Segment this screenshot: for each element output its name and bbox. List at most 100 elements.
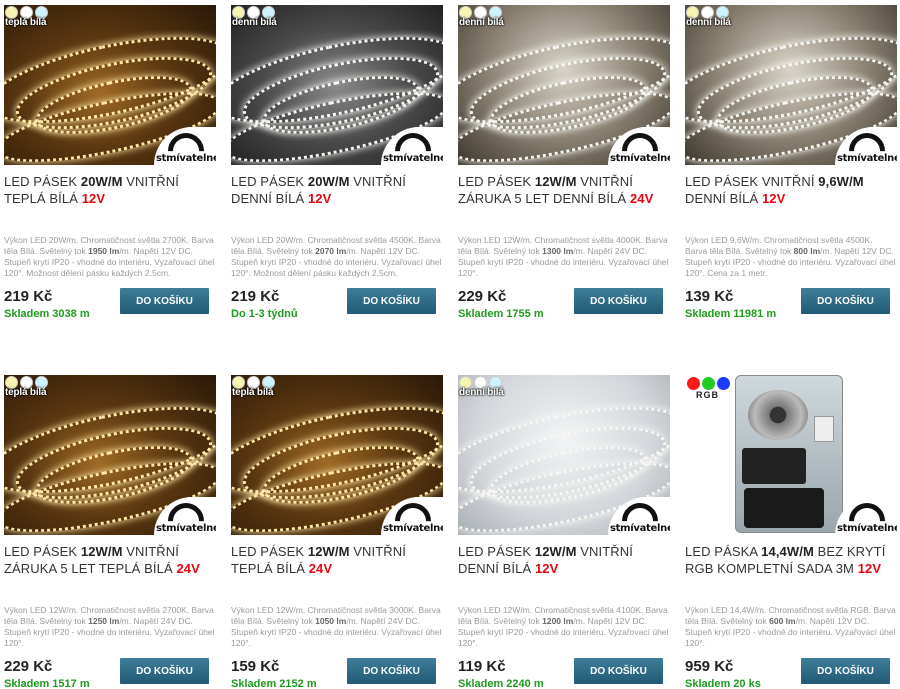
dimmable-label: stmívatelné (837, 523, 897, 534)
badge-label: teplá bílá (5, 17, 47, 28)
product-price: 219 Kč (4, 288, 53, 305)
product-image[interactable]: denní bílá stmívatelné (458, 5, 670, 165)
color-temperature-badge: RGB (685, 377, 730, 400)
name-suffix: DENNÍ BÍLÁ (685, 191, 762, 206)
add-to-cart-button[interactable]: DO KOŠÍKU (574, 658, 663, 684)
stock-status: Skladem 1755 m (458, 308, 544, 320)
add-to-cart-button[interactable]: DO KOŠÍKU (801, 658, 890, 684)
product-description: Výkon LED 20W/m. Chromatičnost světla 45… (231, 235, 443, 279)
color-temperature-badge: teplá bílá (4, 5, 48, 28)
stock-status: Skladem 3038 m (4, 308, 90, 320)
badge-label: denní bílá (232, 17, 277, 28)
dimmable-badge: stmívatelné (835, 495, 897, 535)
controller-icon (814, 416, 834, 442)
product-image[interactable]: denní bílá stmívatelné (458, 375, 670, 535)
add-to-cart-button[interactable]: DO KOŠÍKU (347, 658, 436, 684)
name-prefix: LED PÁSKA (685, 544, 762, 559)
name-power: 20W/M (80, 174, 123, 189)
rgb-kit-package (735, 375, 843, 533)
desc-lumens: 600 lm (769, 616, 796, 626)
product-price: 139 Kč (685, 288, 734, 305)
product-name[interactable]: LED PÁSEK 12W/M VNITŘNÍ DENNÍ BÍLÁ 12V (458, 543, 670, 577)
color-dots-icon (685, 377, 730, 390)
product-description: Výkon LED 14,4W/m. Chromatičnost světla … (685, 605, 897, 649)
product-image[interactable]: teplá bílá stmívatelné (231, 375, 443, 535)
add-to-cart-button[interactable]: DO KOŠÍKU (347, 288, 436, 314)
badge-label: teplá bílá (232, 387, 274, 398)
stock-status: Skladem 11981 m (685, 308, 777, 320)
led-reel-icon (748, 390, 808, 440)
add-to-cart-button[interactable]: DO KOŠÍKU (574, 288, 663, 314)
color-temperature-badge: denní bílá (685, 5, 731, 28)
color-temperature-badge: denní bílá (458, 375, 504, 398)
name-power: 20W/M (307, 174, 350, 189)
name-power: 12W/M (534, 544, 577, 559)
desc-lumens: 1250 lm (88, 616, 120, 626)
add-to-cart-button[interactable]: DO KOŠÍKU (120, 658, 209, 684)
stock-status: Do 1-3 týdnů (231, 308, 298, 320)
product-price: 119 Kč (458, 658, 506, 675)
badge-label: denní bílá (686, 17, 731, 28)
product-description: Výkon LED 12W/m. Chromatičnost světla 30… (231, 605, 443, 649)
name-prefix: LED PÁSEK (4, 174, 81, 189)
name-voltage: 24V (629, 191, 654, 206)
product-image[interactable]: teplá bílá stmívatelné (4, 375, 216, 535)
desc-lumens: 1200 lm (542, 616, 574, 626)
name-prefix: LED PÁSEK (231, 174, 308, 189)
product-image[interactable]: denní bílá stmívatelné (231, 5, 443, 165)
product-name[interactable]: LED PÁSKA 14,4W/M BEZ KRYTÍ RGB KOMPLETN… (685, 543, 897, 577)
badge-label: denní bílá (459, 17, 504, 28)
name-voltage: 24V (308, 561, 333, 576)
name-prefix: LED PÁSEK VNITŘNÍ (685, 174, 819, 189)
add-to-cart-button[interactable]: DO KOŠÍKU (120, 288, 209, 314)
name-prefix: LED PÁSEK (4, 544, 81, 559)
desc-lumens: 1050 lm (315, 616, 347, 626)
name-voltage: 12V (761, 191, 786, 206)
product-description: Výkon LED 12W/m. Chromatičnost světla 40… (458, 235, 670, 279)
product-price: 959 Kč (685, 658, 734, 675)
product-price: 159 Kč (231, 658, 280, 675)
color-temperature-badge: denní bílá (231, 5, 277, 28)
product-description: Výkon LED 20W/m. Chromatičnost světla 27… (4, 235, 216, 279)
dimmable-label: stmívatelné (383, 153, 443, 164)
desc-lumens: 800 lm (793, 246, 821, 256)
name-prefix: LED PÁSEK (231, 544, 308, 559)
product-name[interactable]: LED PÁSEK 20W/M VNITŘNÍ TEPLÁ BÍLÁ 12V (4, 173, 216, 207)
name-power: 14,4W/M (761, 544, 814, 559)
product-name[interactable]: LED PÁSEK VNITŘNÍ 9,6W/M DENNÍ BÍLÁ 12V (685, 173, 897, 207)
color-dot-icon (687, 377, 700, 390)
dimmable-label: stmívatelné (383, 523, 443, 534)
desc-lumens: 1950 lm (88, 246, 120, 256)
name-power: 9,6W/M (818, 174, 864, 189)
product-price: 219 Kč (231, 288, 280, 305)
product-name[interactable]: LED PÁSEK 12W/M VNITŘNÍ TEPLÁ BÍLÁ 24V (231, 543, 443, 577)
product-description: Výkon LED 12W/m. Chromatičnost světla 27… (4, 605, 216, 649)
dimmable-label: stmívatelné (610, 153, 670, 164)
stock-status: Skladem 2152 m (231, 678, 317, 689)
product-image[interactable]: denní bílá stmívatelné (685, 5, 897, 165)
badge-label: teplá bílá (5, 387, 47, 398)
remote-control-icon (742, 448, 806, 484)
product-name[interactable]: LED PÁSEK 12W/M VNITŘNÍ ZÁRUKA 5 LET DEN… (458, 173, 670, 207)
product-name[interactable]: LED PÁSEK 12W/M VNITŘNÍ ZÁRUKA 5 LET TEP… (4, 543, 216, 577)
name-power: 12W/M (307, 544, 350, 559)
power-adapter-icon (744, 488, 824, 528)
product-name[interactable]: LED PÁSEK 20W/M VNITŘNÍ DENNÍ BÍLÁ 12V (231, 173, 443, 207)
product-image[interactable]: RGB stmívatelné (685, 375, 897, 535)
color-dot-icon (717, 377, 730, 390)
product-image[interactable]: teplá bílá stmívatelné (4, 5, 216, 165)
name-voltage: 24V (176, 561, 200, 576)
dimmable-label: stmívatelné (837, 153, 897, 164)
stock-status: Skladem 1517 m (4, 678, 90, 689)
name-prefix: LED PÁSEK (458, 544, 535, 559)
badge-label: RGB (696, 390, 719, 400)
add-to-cart-button[interactable]: DO KOŠÍKU (801, 288, 890, 314)
color-dot-icon (702, 377, 715, 390)
badge-label: denní bílá (459, 387, 504, 398)
name-prefix: LED PÁSEK (458, 174, 535, 189)
product-price: 229 Kč (4, 658, 53, 675)
name-power: 12W/M (534, 174, 577, 189)
color-temperature-badge: teplá bílá (231, 375, 275, 398)
stock-status: Skladem 2240 m (458, 678, 544, 689)
stock-status: Skladem 20 ks (685, 678, 761, 689)
